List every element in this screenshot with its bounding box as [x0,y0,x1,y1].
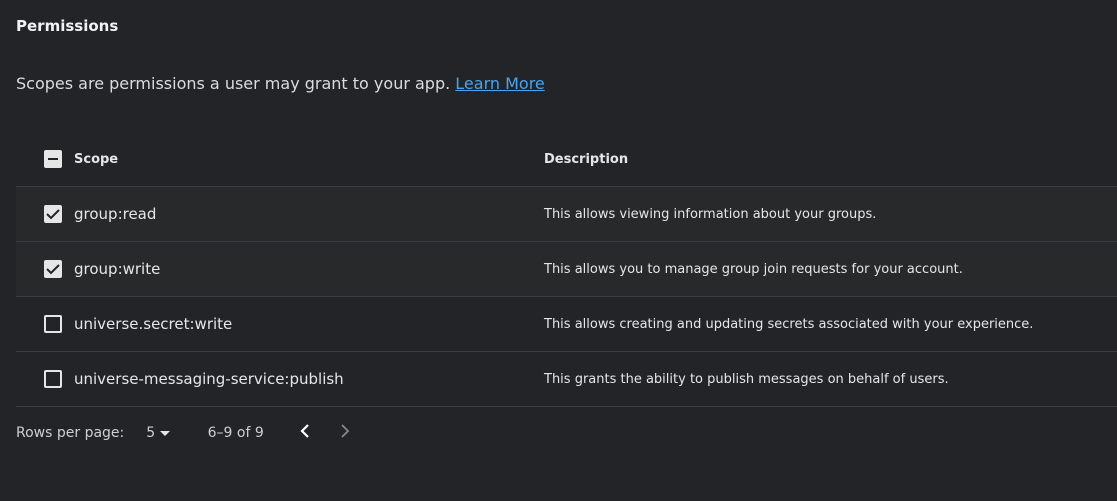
table-row[interactable]: group:write This allows you to manage gr… [16,242,1117,297]
page-title: Permissions [16,17,119,35]
scope-description: This grants the ability to publish messa… [544,371,949,387]
pagination: Rows per page: 5 6–9 of 9 [16,424,350,442]
header-scope[interactable]: Scope [74,152,118,167]
checkmark-icon [46,264,60,275]
prev-page-button[interactable] [300,424,310,442]
learn-more-link[interactable]: Learn More [455,74,544,93]
table-row[interactable]: universe.secret:write This allows creati… [16,297,1117,352]
table-row[interactable]: group:read This allows viewing informati… [16,187,1117,242]
chevron-left-icon [300,424,309,438]
select-all-checkbox[interactable] [44,150,62,168]
scope-name: group:read [74,205,157,223]
description-text: Scopes are permissions a user may grant … [16,74,451,93]
table-header: Scope Description [16,132,1117,187]
rows-per-page-label: Rows per page: [16,425,125,441]
rows-per-page-select[interactable]: 5 [146,425,170,441]
chevron-right-icon [341,424,350,438]
row-checkbox[interactable] [44,205,62,223]
header-description: Description [544,151,629,167]
scope-description: This allows you to manage group join req… [544,261,963,277]
checkmark-icon [46,209,60,220]
row-checkbox[interactable] [44,370,62,388]
scopes-description: Scopes are permissions a user may grant … [16,74,545,93]
row-checkbox[interactable] [44,315,62,333]
scope-description: This allows creating and updating secret… [544,316,1034,332]
rows-per-page-value: 5 [146,425,156,441]
scopes-table: Scope Description group:read This allows… [16,132,1117,407]
caret-down-icon [159,431,170,436]
next-page-button[interactable] [340,424,350,442]
scope-description: This allows viewing information about yo… [544,206,877,222]
table-row[interactable]: universe-messaging-service:publish This … [16,352,1117,407]
row-checkbox[interactable] [44,260,62,278]
scope-name: universe.secret:write [74,315,233,333]
indeterminate-icon [48,158,58,160]
scope-name: universe-messaging-service:publish [74,370,344,388]
page-range: 6–9 of 9 [207,425,264,441]
scope-name: group:write [74,260,161,278]
